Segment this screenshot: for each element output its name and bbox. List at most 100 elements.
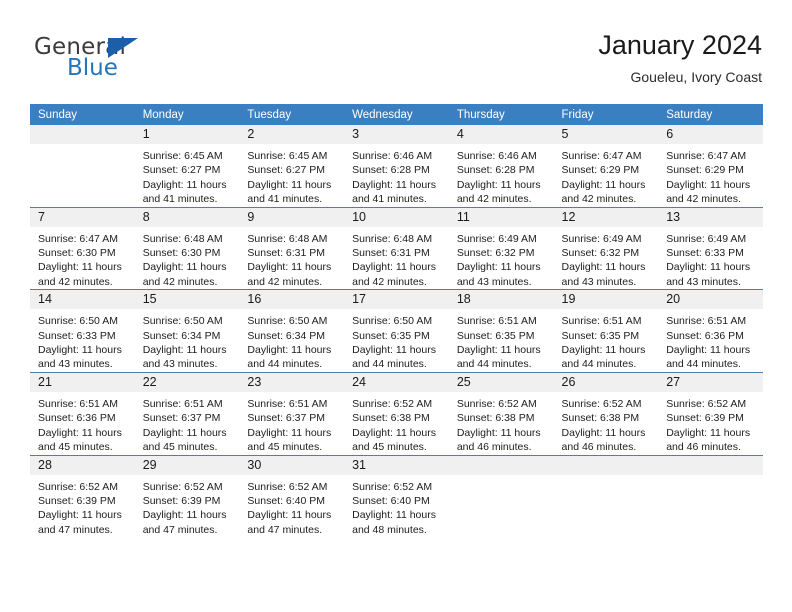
day-number: 25	[448, 372, 554, 392]
sunset-text: Sunset: 6:30 PM	[38, 247, 116, 260]
day-cell[interactable]: 1 Sunrise: 6:45 AM Sunset: 6:27 PM Daylight…	[134, 125, 240, 207]
daylight-text-line1: Daylight: 11 hours	[352, 426, 436, 439]
daylight-text-line2: and 42 minutes.	[666, 193, 741, 206]
sunrise-text: Sunrise: 6:52 AM	[561, 397, 642, 410]
day-number	[448, 455, 554, 475]
weekday-header-tuesday: Tuesday	[239, 104, 345, 125]
day-cell[interactable]: 6 Sunrise: 6:47 AM Sunset: 6:29 PM Daylight…	[658, 125, 763, 207]
weekday-header-sunday: Sunday	[30, 104, 135, 125]
day-number: 31	[344, 455, 449, 475]
day-details: Sunrise: 6:49 AM Sunset: 6:32 PM Daylight:…	[554, 227, 659, 290]
day-cell[interactable]: 2 Sunrise: 6:45 AM Sunset: 6:27 PM Daylight…	[239, 125, 345, 207]
day-cell[interactable]: 12 Sunrise: 6:49 AM Sunset: 6:32 PM Dayligh…	[553, 207, 659, 290]
day-cell[interactable]: 8 Sunrise: 6:48 AM Sunset: 6:30 PM Daylight…	[134, 207, 240, 290]
sunset-text: Sunset: 6:38 PM	[561, 412, 640, 425]
day-details: Sunrise: 6:46 AM Sunset: 6:28 PM Daylight:…	[344, 144, 449, 207]
day-cell[interactable]: 14 Sunrise: 6:50 AM Sunset: 6:33 PM Dayligh…	[30, 290, 135, 372]
sunset-text: Sunset: 6:38 PM	[352, 412, 430, 425]
day-cell[interactable]: 18 Sunrise: 6:51 AM Sunset: 6:35 PM Dayligh…	[448, 290, 554, 372]
day-cell[interactable]: 7 Sunrise: 6:47 AM Sunset: 6:30 PM Daylight…	[30, 207, 135, 290]
day-cell[interactable]: 21 Sunrise: 6:51 AM Sunset: 6:36 PM Dayligh…	[30, 372, 135, 455]
day-cell[interactable]: 26 Sunrise: 6:52 AM Sunset: 6:38 PM Dayligh…	[553, 372, 659, 455]
day-number: 10	[344, 207, 449, 227]
day-cell[interactable]: 3 Sunrise: 6:46 AM Sunset: 6:28 PM Daylight…	[344, 125, 449, 207]
sunset-text: Sunset: 6:31 PM	[352, 247, 430, 260]
day-cell[interactable]: 10 Sunrise: 6:48 AM Sunset: 6:31 PM Dayligh…	[344, 207, 449, 290]
daylight-text-line2: and 41 minutes.	[247, 193, 323, 206]
sunrise-text: Sunrise: 6:52 AM	[352, 397, 433, 410]
day-cell[interactable]: 16 Sunrise: 6:50 AM Sunset: 6:34 PM Dayligh…	[239, 290, 345, 372]
day-cell[interactable]: 22 Sunrise: 6:51 AM Sunset: 6:37 PM Dayligh…	[134, 372, 240, 455]
day-number: 21	[30, 372, 135, 392]
day-cell[interactable]: 24 Sunrise: 6:52 AM Sunset: 6:38 PM Dayligh…	[344, 372, 449, 455]
daylight-text-line2: and 43 minutes.	[38, 358, 113, 371]
day-number: 15	[134, 290, 240, 310]
day-details: Sunrise: 6:51 AM Sunset: 6:37 PM Daylight:…	[239, 392, 344, 455]
sunset-text: Sunset: 6:34 PM	[142, 329, 221, 342]
day-number: 8	[134, 207, 240, 227]
sunset-text: Sunset: 6:33 PM	[38, 329, 116, 342]
daylight-text-line1: Daylight: 11 hours	[247, 261, 332, 274]
daylight-text-line1: Daylight: 11 hours	[247, 344, 332, 357]
daylight-text-line2: and 42 minutes.	[142, 275, 218, 288]
sunset-text: Sunset: 6:28 PM	[456, 164, 535, 177]
day-cell[interactable]: 23 Sunrise: 6:51 AM Sunset: 6:37 PM Dayligh…	[239, 372, 345, 455]
daylight-text-line2: and 47 minutes.	[247, 523, 323, 536]
daylight-text-line1: Daylight: 11 hours	[38, 509, 122, 522]
day-cell[interactable]: 29 Sunrise: 6:52 AM Sunset: 6:39 PM Dayligh…	[134, 455, 240, 538]
sunrise-text: Sunrise: 6:52 AM	[142, 480, 223, 493]
day-details: Sunrise: 6:45 AM Sunset: 6:27 PM Daylight:…	[239, 144, 344, 207]
sunrise-text: Sunrise: 6:47 AM	[561, 150, 642, 162]
day-number: 5	[553, 125, 659, 144]
daylight-text-line2: and 42 minutes.	[352, 275, 427, 288]
day-cell[interactable]: 31 Sunrise: 6:52 AM Sunset: 6:40 PM Dayligh…	[344, 455, 449, 538]
day-cell[interactable]: 4 Sunrise: 6:46 AM Sunset: 6:28 PM Daylight…	[448, 125, 554, 207]
daylight-text-line1: Daylight: 11 hours	[247, 509, 332, 522]
day-details: Sunrise: 6:49 AM Sunset: 6:32 PM Daylight:…	[449, 227, 554, 290]
day-cell[interactable]: 19 Sunrise: 6:51 AM Sunset: 6:35 PM Dayligh…	[553, 290, 659, 372]
day-cell[interactable]: 9 Sunrise: 6:48 AM Sunset: 6:31 PM Daylight…	[239, 207, 345, 290]
sunrise-text: Sunrise: 6:51 AM	[456, 315, 537, 328]
day-cell-empty	[448, 455, 554, 538]
day-cell[interactable]: 27 Sunrise: 6:52 AM Sunset: 6:39 PM Dayligh…	[658, 372, 763, 455]
day-cell[interactable]: 5 Sunrise: 6:47 AM Sunset: 6:29 PM Daylight…	[553, 125, 659, 207]
day-cell-empty	[30, 125, 135, 207]
day-number: 19	[553, 290, 659, 310]
day-details: Sunrise: 6:52 AM Sunset: 6:38 PM Daylight:…	[449, 392, 554, 455]
daylight-text-line1: Daylight: 11 hours	[247, 178, 332, 191]
day-number: 30	[239, 455, 345, 475]
weekday-header-friday: Friday	[553, 104, 659, 125]
day-details: Sunrise: 6:52 AM Sunset: 6:39 PM Daylight:…	[658, 392, 763, 455]
day-cell[interactable]: 13 Sunrise: 6:49 AM Sunset: 6:33 PM Dayligh…	[658, 207, 763, 290]
sunrise-text: Sunrise: 6:47 AM	[38, 232, 118, 245]
sunrise-text: Sunrise: 6:48 AM	[352, 232, 433, 245]
day-number: 4	[448, 125, 554, 144]
daylight-text-line2: and 47 minutes.	[38, 523, 113, 536]
day-details: Sunrise: 6:46 AM Sunset: 6:28 PM Daylight:…	[449, 144, 554, 207]
sunrise-text: Sunrise: 6:51 AM	[38, 397, 118, 410]
daylight-text-line2: and 47 minutes.	[142, 523, 218, 536]
generalblue-logo[interactable]: General Blue	[34, 34, 254, 94]
sunrise-text: Sunrise: 6:51 AM	[666, 315, 747, 328]
day-cell[interactable]: 30 Sunrise: 6:52 AM Sunset: 6:40 PM Dayligh…	[239, 455, 345, 538]
daylight-text-line2: and 42 minutes.	[247, 275, 323, 288]
sunrise-text: Sunrise: 6:48 AM	[142, 232, 223, 245]
day-number: 13	[658, 207, 763, 227]
day-cell[interactable]: 25 Sunrise: 6:52 AM Sunset: 6:38 PM Dayligh…	[448, 372, 554, 455]
day-cell[interactable]: 15 Sunrise: 6:50 AM Sunset: 6:34 PM Dayligh…	[134, 290, 240, 372]
daylight-text-line1: Daylight: 11 hours	[38, 344, 122, 357]
daylight-text-line1: Daylight: 11 hours	[666, 426, 751, 439]
daylight-text-line1: Daylight: 11 hours	[456, 261, 541, 274]
day-details: Sunrise: 6:47 AM Sunset: 6:29 PM Daylight:…	[554, 144, 659, 207]
day-number: 2	[239, 125, 345, 144]
day-cell[interactable]: 20 Sunrise: 6:51 AM Sunset: 6:36 PM Dayligh…	[658, 290, 763, 372]
sunset-text: Sunset: 6:35 PM	[352, 329, 430, 342]
day-details: Sunrise: 6:52 AM Sunset: 6:40 PM Daylight:…	[344, 475, 449, 538]
day-details: Sunrise: 6:52 AM Sunset: 6:39 PM Daylight:…	[135, 475, 240, 538]
day-cell[interactable]: 11 Sunrise: 6:49 AM Sunset: 6:32 PM Dayligh…	[448, 207, 554, 290]
day-number: 24	[344, 372, 449, 392]
day-cell[interactable]: 17 Sunrise: 6:50 AM Sunset: 6:35 PM Dayligh…	[344, 290, 449, 372]
calendar-week-row: 28 Sunrise: 6:52 AM Sunset: 6:39 PM Dayligh…	[30, 455, 763, 538]
sunrise-text: Sunrise: 6:52 AM	[666, 397, 747, 410]
day-cell[interactable]: 28 Sunrise: 6:52 AM Sunset: 6:39 PM Dayligh…	[30, 455, 135, 538]
